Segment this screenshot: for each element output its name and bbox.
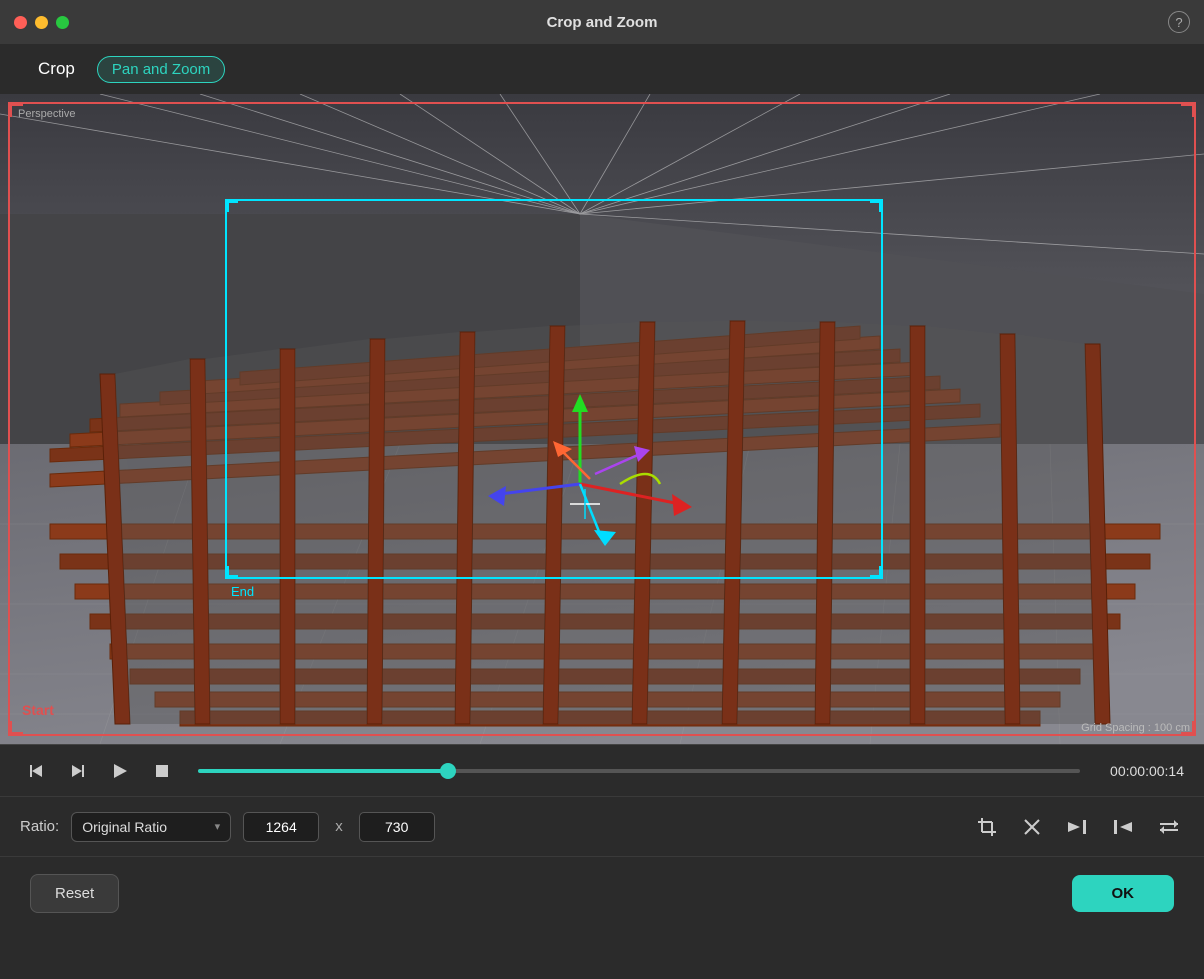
close-selection-button[interactable] [1018, 813, 1046, 841]
step-back-button[interactable] [62, 755, 94, 787]
reset-button[interactable]: Reset [30, 874, 119, 913]
start-label: Start [22, 702, 54, 718]
perspective-label: Perspective [18, 108, 75, 120]
window-title: Crop and Zoom [547, 14, 658, 31]
titlebar: Crop and Zoom ? [0, 0, 1204, 44]
ratio-dropdown[interactable]: Original Ratio ▾ [71, 812, 231, 842]
timecode-display: 00:00:00:14 [1110, 763, 1184, 779]
minimize-window-button[interactable] [35, 16, 48, 29]
help-button[interactable]: ? [1168, 11, 1190, 33]
scene-canvas [0, 94, 1204, 744]
grid-spacing-label: Grid Spacing : 100 cm [1081, 722, 1190, 734]
ratio-selected-value: Original Ratio [82, 819, 167, 835]
swap-button[interactable] [1154, 813, 1184, 841]
window-controls [14, 16, 69, 29]
close-window-button[interactable] [14, 16, 27, 29]
ratio-label: Ratio: [20, 818, 59, 835]
maximize-window-button[interactable] [56, 16, 69, 29]
stop-button[interactable] [146, 755, 178, 787]
align-to-left-button[interactable] [1108, 813, 1138, 841]
tab-panzoom[interactable]: Pan and Zoom [97, 56, 225, 83]
ratio-bar: Ratio: Original Ratio ▾ x [0, 796, 1204, 856]
scrubber-input[interactable] [198, 769, 1080, 773]
tabs-bar: Crop Pan and Zoom [0, 44, 1204, 94]
ratio-tools [972, 812, 1184, 842]
play-button[interactable] [104, 755, 136, 787]
go-to-start-button[interactable] [20, 755, 52, 787]
ok-button[interactable]: OK [1072, 875, 1175, 912]
width-input[interactable] [243, 812, 319, 842]
viewport[interactable]: Perspective End Start Grid Spacing : 100… [0, 94, 1204, 744]
transport-bar: 00:00:00:14 [0, 744, 1204, 796]
dimension-separator: x [335, 818, 343, 835]
align-to-right-button[interactable] [1062, 813, 1092, 841]
scrubber-container[interactable] [188, 769, 1090, 773]
bottom-bar: Reset OK [0, 856, 1204, 929]
crop-icon-button[interactable] [972, 812, 1002, 842]
height-input[interactable] [359, 812, 435, 842]
chevron-down-icon: ▾ [215, 820, 221, 833]
tab-crop[interactable]: Crop [30, 55, 83, 83]
